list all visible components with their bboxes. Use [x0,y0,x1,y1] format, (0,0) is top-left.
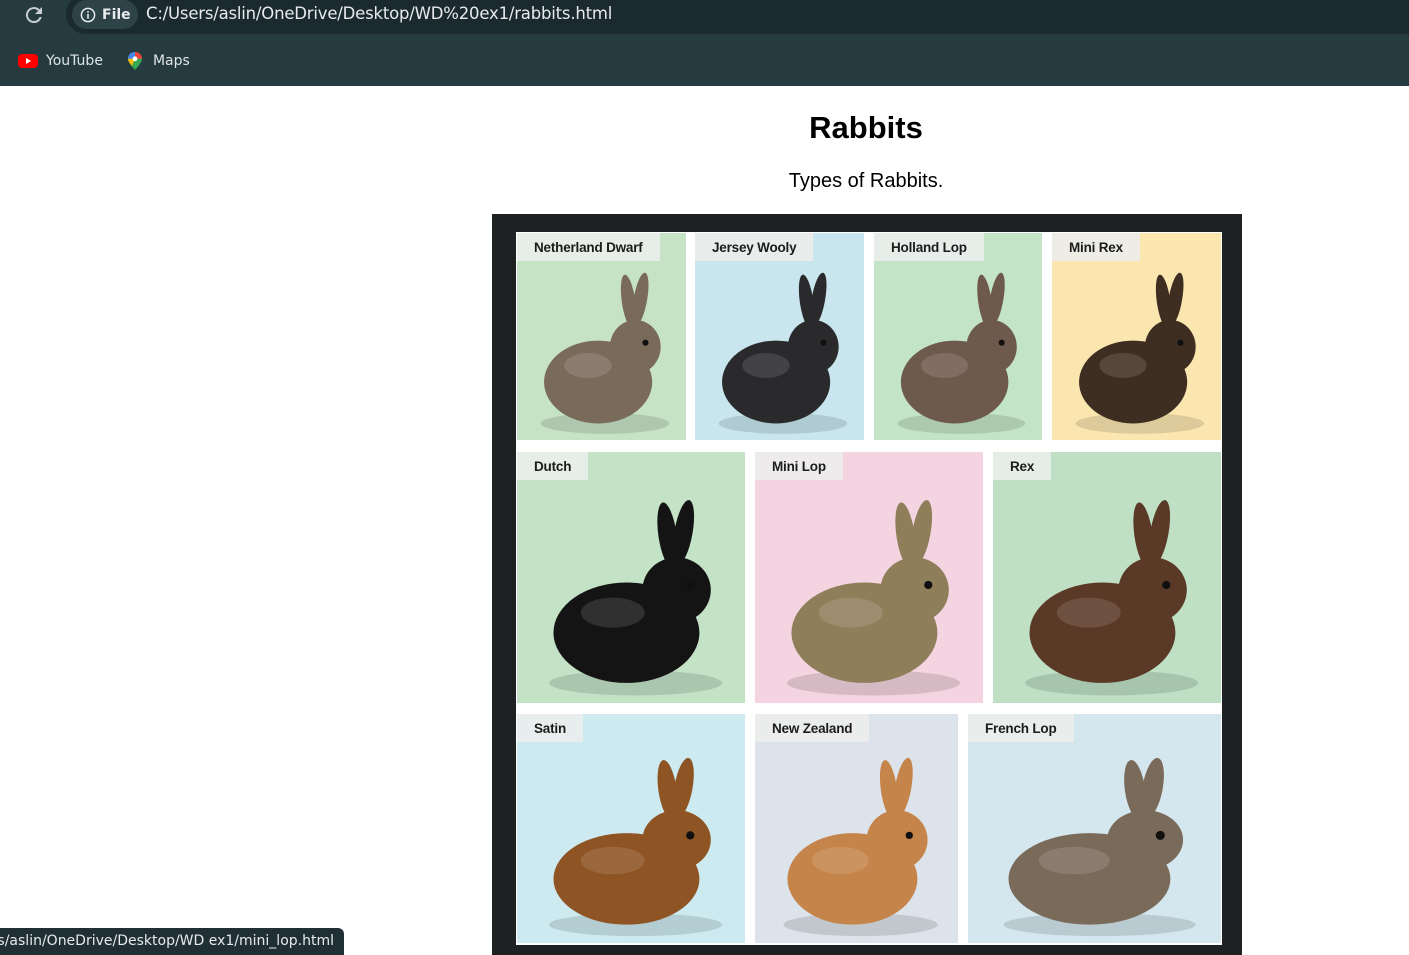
rabbit-label: Netherland Dwarf [517,233,660,261]
rabbit-label: French Lop [968,714,1074,742]
rabbit-illustration [755,452,983,703]
rabbit-illustration [695,233,864,440]
bookmark-label: Maps [152,53,190,69]
rabbit-tile-new-zealand[interactable]: New Zealand [755,714,958,943]
rabbit-illustration [517,714,745,943]
site-info-chip[interactable]: File [72,0,138,29]
rabbit-label: New Zealand [755,714,870,742]
rabbit-tile-rex[interactable]: Rex [993,452,1221,703]
maps-pin-icon [125,52,145,70]
rabbit-label: Jersey Wooly [695,233,814,261]
rabbit-image-map[interactable]: Netherland Dwarf Jersey Wooly Holland Lo… [516,232,1222,945]
rabbit-tile-jersey-wooly[interactable]: Jersey Wooly [695,233,864,440]
page-subtitle: Types of Rabbits. [788,170,944,192]
reload-icon[interactable] [22,3,46,27]
rabbit-illustration [993,452,1221,703]
bookmarks-bar: YouTube Maps [0,45,190,77]
rabbit-tile-netherland-dwarf[interactable]: Netherland Dwarf [517,233,686,440]
rabbit-tile-dutch[interactable]: Dutch [517,452,745,703]
rabbit-label: Rex [993,452,1052,480]
rabbit-tile-satin[interactable]: Satin [517,714,745,943]
rabbit-image-frame: Netherland Dwarf Jersey Wooly Holland Lo… [492,214,1242,955]
rabbit-label: Holland Lop [874,233,984,261]
rabbit-tile-mini-lop[interactable]: Mini Lop [755,452,983,703]
status-bar-url: C:/Users/aslin/OneDrive/Desktop/WD ex1/m… [0,928,344,955]
page-title: Rabbits [809,110,923,145]
rabbit-illustration [874,233,1042,440]
file-chip-label: File [102,6,131,23]
rabbit-label: Mini Rex [1052,233,1140,261]
status-url-text: C:/Users/aslin/OneDrive/Desktop/WD ex1/m… [0,933,334,949]
bookmark-maps[interactable]: Maps [125,46,190,76]
rabbit-label: Mini Lop [755,452,843,480]
rabbit-label: Satin [517,714,584,742]
rabbit-illustration [517,452,745,703]
rabbit-label: Dutch [517,452,589,480]
rabbit-tile-french-lop[interactable]: French Lop [968,714,1221,943]
info-icon [80,7,96,22]
rabbit-tile-mini-rex[interactable]: Mini Rex [1052,233,1221,440]
page-content: Rabbits Types of Rabbits. Netherland Dwa… [0,86,1409,955]
rabbit-illustration [1052,233,1221,440]
rabbit-illustration [755,714,958,943]
rabbit-illustration [517,233,686,440]
rabbit-tile-holland-lop[interactable]: Holland Lop [874,233,1042,440]
bookmark-label: YouTube [46,53,103,69]
rabbit-illustration [968,714,1221,943]
bookmark-youtube[interactable]: YouTube [18,46,103,76]
browser-chrome: File C:/Users/aslin/OneDrive/Desktop/WD%… [0,0,1409,86]
address-text[interactable]: C:/Users/aslin/OneDrive/Desktop/WD%20ex1… [146,4,612,23]
youtube-icon [18,53,38,69]
